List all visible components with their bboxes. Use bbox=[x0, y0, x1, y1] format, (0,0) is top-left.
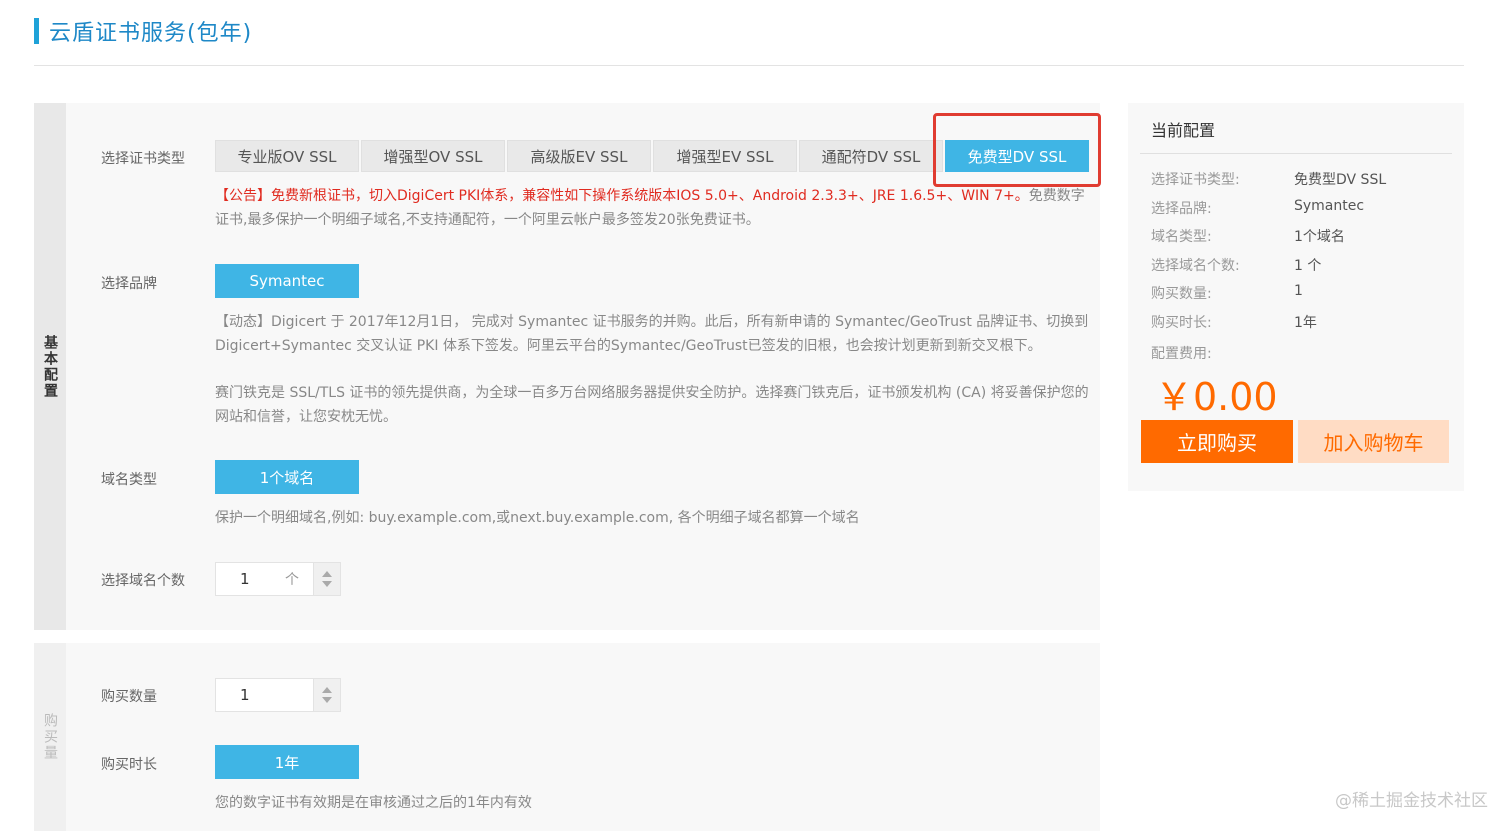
quantity-spin-buttons bbox=[314, 678, 341, 712]
domain-count-unit: 个 bbox=[285, 572, 299, 588]
quantity-stepper: 1 bbox=[215, 678, 342, 712]
config-row-duration: 购买时长: 1年 bbox=[1151, 312, 1317, 332]
price-amount: ￥0.00 bbox=[1155, 375, 1278, 419]
brand-intro-desc: 赛门铁克是 SSL/TLS 证书的领先提供商，为全球一百多万台网络服务器提供安全… bbox=[215, 385, 1089, 425]
config-value: Symantec bbox=[1294, 198, 1365, 214]
notice-alert-text: 【公告】免费新根证书，切入DigiCert PKI体系，兼容性如下操作系统版本I… bbox=[215, 188, 1029, 204]
cert-type-option-enhanced-ov[interactable]: 增强型OV SSL bbox=[361, 140, 505, 172]
config-key: 选择证书类型: bbox=[1151, 172, 1240, 188]
current-config-panel: 当前配置 选择证书类型: 免费型DV SSL 选择品牌: Symantec 域名类型… bbox=[1128, 103, 1464, 491]
brand-option-symantec[interactable]: Symantec bbox=[215, 264, 359, 298]
cert-type-option-advanced-ev[interactable]: 高级版EV SSL bbox=[507, 140, 651, 172]
config-key: 选择品牌: bbox=[1151, 201, 1212, 217]
config-key: 选择域名个数: bbox=[1151, 258, 1240, 274]
fee-label: 配置费用: bbox=[1151, 346, 1212, 362]
domain-count-input[interactable]: 1 个 bbox=[215, 562, 314, 596]
duration-desc: 您的数字证书有效期是在审核通过之后的1年内有效 bbox=[215, 795, 532, 811]
config-row-quantity: 购买数量: 1 bbox=[1151, 283, 1303, 303]
add-to-cart-button[interactable]: 加入购物车 bbox=[1298, 420, 1449, 463]
domain-type-label: 域名类型 bbox=[101, 472, 157, 488]
basic-config-section: 基本配置 选择证书类型 专业版OV SSL 增强型OV SSL 高级版EV SS… bbox=[34, 103, 1101, 630]
cert-notice: 【公告】免费新根证书，切入DigiCert PKI体系，兼容性如下操作系统版本I… bbox=[215, 184, 1087, 232]
highlight-annotation-box bbox=[933, 113, 1101, 187]
decrement-arrow-icon[interactable] bbox=[322, 581, 332, 587]
cert-type-option-enhanced-ev[interactable]: 增强型EV SSL bbox=[653, 140, 797, 172]
buy-now-button[interactable]: 立即购买 bbox=[1141, 420, 1293, 463]
duration-label: 购买时长 bbox=[101, 757, 157, 773]
domain-count-value: 1 bbox=[240, 570, 250, 588]
page-title: 云盾证书服务(包年) bbox=[34, 14, 252, 48]
cert-type-option-pro-ov[interactable]: 专业版OV SSL bbox=[215, 140, 359, 172]
config-value: 1 bbox=[1294, 283, 1303, 299]
quantity-input[interactable]: 1 bbox=[215, 678, 314, 712]
config-key: 购买时长: bbox=[1151, 315, 1212, 331]
config-row-domain-type: 域名类型: 1个域名 bbox=[1151, 226, 1345, 246]
quantity-label: 购买数量 bbox=[101, 689, 157, 705]
purchase-side-tab: 购买量 bbox=[34, 643, 66, 831]
watermark: @稀土掘金技术社区 bbox=[1335, 791, 1488, 811]
config-row-domain-count: 选择域名个数: 1 个 bbox=[1151, 255, 1321, 275]
page-title-text: 云盾证书服务(包年) bbox=[49, 21, 253, 46]
domain-type-option-single[interactable]: 1个域名 bbox=[215, 460, 359, 494]
domain-count-label: 选择域名个数 bbox=[101, 573, 185, 589]
brand-label: 选择品牌 bbox=[101, 276, 157, 292]
basic-config-side-tab: 基本配置 bbox=[34, 103, 66, 630]
duration-option-1-year[interactable]: 1年 bbox=[215, 745, 359, 779]
title-divider bbox=[34, 65, 1464, 66]
domain-type-desc: 保护一个明细域名,例如: buy.example.com,或next.buy.e… bbox=[215, 510, 860, 526]
quantity-value: 1 bbox=[240, 686, 250, 704]
title-accent-bar bbox=[34, 18, 39, 44]
config-row-cert-type: 选择证书类型: 免费型DV SSL bbox=[1151, 169, 1386, 189]
cert-type-label: 选择证书类型 bbox=[101, 151, 185, 167]
config-key: 购买数量: bbox=[1151, 286, 1212, 302]
increment-arrow-icon[interactable] bbox=[322, 571, 332, 577]
config-row-brand: 选择品牌: Symantec bbox=[1151, 198, 1364, 218]
config-panel-divider bbox=[1140, 153, 1452, 154]
domain-count-stepper: 1 个 bbox=[215, 562, 342, 596]
config-panel-title: 当前配置 bbox=[1151, 121, 1216, 140]
purchase-side-label: 购买量 bbox=[42, 713, 58, 761]
purchase-section: 购买量 购买数量 1 购买时长 1年 您的数字证书有效期是在审核通过之后的1年内… bbox=[34, 643, 1100, 831]
config-value: 1年 bbox=[1294, 315, 1317, 331]
config-key: 域名类型: bbox=[1151, 229, 1212, 245]
basic-config-side-label: 基本配置 bbox=[42, 334, 58, 399]
increment-arrow-icon[interactable] bbox=[322, 687, 332, 693]
cert-type-option-wildcard-dv[interactable]: 通配符DV SSL bbox=[799, 140, 943, 172]
brand-news-desc: 【动态】Digicert 于 2017年12月1日， 完成对 Symantec … bbox=[215, 314, 1089, 354]
config-value: 1个域名 bbox=[1294, 229, 1345, 245]
decrement-arrow-icon[interactable] bbox=[322, 697, 332, 703]
domain-count-spin-buttons bbox=[314, 562, 341, 596]
config-value: 1 个 bbox=[1294, 258, 1322, 274]
config-value: 免费型DV SSL bbox=[1294, 172, 1387, 188]
